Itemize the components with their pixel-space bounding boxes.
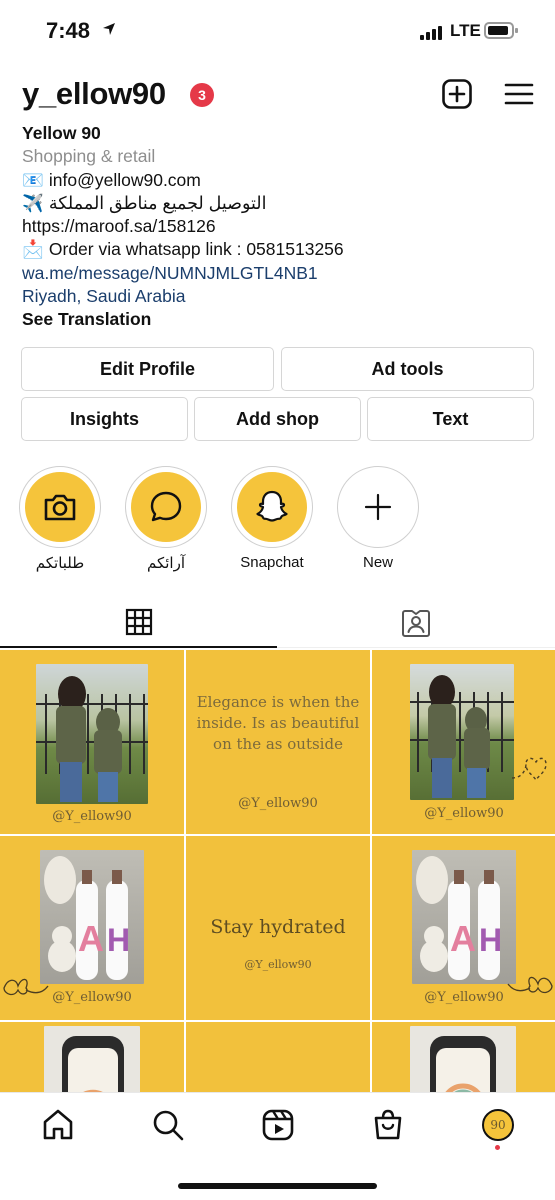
tab-tagged[interactable] bbox=[277, 598, 555, 648]
nav-home[interactable] bbox=[40, 1107, 76, 1143]
backpack-illustration bbox=[62, 1036, 124, 1092]
post-tile[interactable]: Stay hydrated @Y_ellow90 bbox=[186, 836, 370, 1020]
water-bottles-illustration bbox=[44, 856, 128, 980]
highlight-ring bbox=[19, 466, 101, 548]
post-quote: Elegance is when the inside. Is as beaut… bbox=[196, 693, 360, 753]
post-handle: @Y_ellow90 bbox=[52, 809, 132, 824]
nav-profile[interactable]: 90 bbox=[480, 1107, 516, 1143]
incoming-envelope-icon: 📩 bbox=[22, 239, 44, 260]
highlight-label: طلباتكم bbox=[35, 555, 85, 572]
post-quote: Stay hydrated bbox=[210, 916, 346, 938]
bottle-letter: H bbox=[107, 922, 131, 958]
bottle-letter: A bbox=[450, 918, 476, 959]
post-tile[interactable] bbox=[0, 1022, 184, 1092]
insights-button[interactable]: Insights bbox=[21, 397, 188, 441]
whatsapp-link[interactable]: wa.me/message/NUMNJMLGTL4NB1 bbox=[22, 262, 542, 285]
bio-email: info@yellow90.com bbox=[48, 169, 201, 190]
highlight-ring bbox=[337, 466, 419, 548]
snapchat-ghost-icon bbox=[256, 490, 288, 522]
tagged-person-icon bbox=[402, 609, 430, 637]
post-photo: A H bbox=[412, 850, 516, 984]
highlight-snapchat[interactable]: Snapchat bbox=[231, 466, 313, 571]
kids-fence-illustration bbox=[410, 675, 514, 798]
create-post-icon[interactable] bbox=[441, 78, 473, 110]
post-photo bbox=[410, 664, 514, 800]
highlight-new[interactable]: New bbox=[337, 466, 419, 571]
status-bar: 7:48 LTE bbox=[0, 0, 555, 60]
plus-icon bbox=[364, 493, 392, 521]
shop-bag-icon bbox=[374, 1109, 402, 1140]
see-translation-button[interactable]: See Translation bbox=[22, 308, 542, 331]
highlight-label: New bbox=[362, 554, 393, 571]
water-bottles-illustration bbox=[416, 856, 500, 980]
post-photo bbox=[36, 664, 148, 804]
post-photo bbox=[44, 1026, 140, 1092]
bio-order-line: 📩 Order via whatsapp link : 0581513256 bbox=[22, 238, 542, 261]
activity-dot bbox=[495, 1145, 500, 1150]
bottle-letter: A bbox=[78, 918, 104, 959]
notification-badge[interactable]: 3 bbox=[190, 83, 214, 107]
home-icon bbox=[43, 1109, 73, 1140]
highlight-ring bbox=[125, 466, 207, 548]
nav-shop[interactable] bbox=[370, 1107, 406, 1143]
kids-fence-illustration bbox=[36, 676, 148, 802]
camera-icon bbox=[44, 494, 76, 521]
profile-avatar: 90 bbox=[482, 1109, 514, 1141]
post-tile[interactable]: A H @Y_ellow90 bbox=[0, 836, 184, 1020]
bio-email-line: 📧 info@yellow90.com bbox=[22, 169, 542, 192]
grid-icon bbox=[125, 608, 152, 636]
bio-delivery-line: ✈️ التوصيل لجميع مناطق المملكة bbox=[22, 192, 542, 215]
search-icon bbox=[153, 1110, 184, 1141]
post-handle: @Y_ellow90 bbox=[238, 796, 318, 811]
bio-delivery: التوصيل لجميع مناطق المملكة bbox=[48, 192, 267, 213]
location-link[interactable]: Riyadh, Saudi Arabia bbox=[22, 285, 542, 308]
home-indicator[interactable] bbox=[178, 1183, 377, 1189]
tab-grid[interactable] bbox=[0, 598, 277, 648]
bio-maroof-url: https://maroof.sa/158126 bbox=[22, 216, 216, 237]
text-button[interactable]: Text bbox=[367, 397, 534, 441]
network-type: LTE bbox=[450, 21, 481, 40]
heart-doodle-icon bbox=[512, 757, 547, 782]
post-tile[interactable] bbox=[372, 1022, 555, 1092]
location-arrow-icon bbox=[103, 23, 115, 35]
envelope-icon: 📧 bbox=[22, 169, 44, 190]
nav-search[interactable] bbox=[150, 1107, 186, 1143]
cellular-signal-icon bbox=[420, 24, 442, 40]
post-handle: @Y_ellow90 bbox=[424, 990, 504, 1005]
post-tile[interactable]: @Y_ellow90 bbox=[372, 650, 555, 834]
post-handle: @Y_ellow90 bbox=[424, 806, 504, 821]
business-category: Shopping & retail bbox=[22, 146, 156, 167]
bio-order: Order via whatsapp link : 0581513256 bbox=[48, 239, 344, 260]
post-tile[interactable] bbox=[186, 1022, 370, 1092]
battery-icon bbox=[484, 22, 518, 39]
display-name: Yellow 90 bbox=[22, 123, 101, 143]
post-handle: @Y_ellow90 bbox=[52, 990, 132, 1005]
highlight-opinions[interactable]: آرائكم bbox=[125, 466, 207, 572]
highlight-label: Snapchat bbox=[240, 554, 304, 571]
speech-bubble-icon bbox=[150, 491, 182, 522]
airplane-icon: ✈️ bbox=[22, 192, 44, 213]
post-photo: A H bbox=[40, 850, 144, 984]
highlight-label: آرائكم bbox=[146, 555, 186, 572]
nav-reels[interactable] bbox=[260, 1107, 296, 1143]
highlight-orders[interactable]: طلباتكم bbox=[19, 466, 101, 572]
backpack-illustration bbox=[430, 1036, 496, 1092]
post-handle: @Y_ellow90 bbox=[244, 958, 312, 971]
highlight-ring bbox=[231, 466, 313, 548]
post-photo bbox=[410, 1026, 516, 1092]
profile-username[interactable]: y_ellow90 bbox=[22, 76, 166, 112]
add-shop-button[interactable]: Add shop bbox=[194, 397, 361, 441]
reels-icon bbox=[262, 1109, 294, 1141]
post-tile[interactable]: A H @Y_ellow90 bbox=[372, 836, 555, 1020]
post-tile[interactable]: @Y_ellow90 bbox=[0, 650, 184, 834]
bottle-letter: H bbox=[479, 922, 503, 958]
status-time: 7:48 bbox=[46, 18, 91, 43]
ad-tools-button[interactable]: Ad tools bbox=[281, 347, 534, 391]
posts-grid: @Y_ellow90 Elegance is when the inside. … bbox=[0, 650, 555, 1092]
edit-profile-button[interactable]: Edit Profile bbox=[21, 347, 274, 391]
menu-icon[interactable] bbox=[503, 78, 535, 110]
profile-bio: Yellow 90 Shopping & retail 📧 info@yello… bbox=[22, 122, 542, 332]
post-tile[interactable]: Elegance is when the inside. Is as beaut… bbox=[186, 650, 370, 834]
